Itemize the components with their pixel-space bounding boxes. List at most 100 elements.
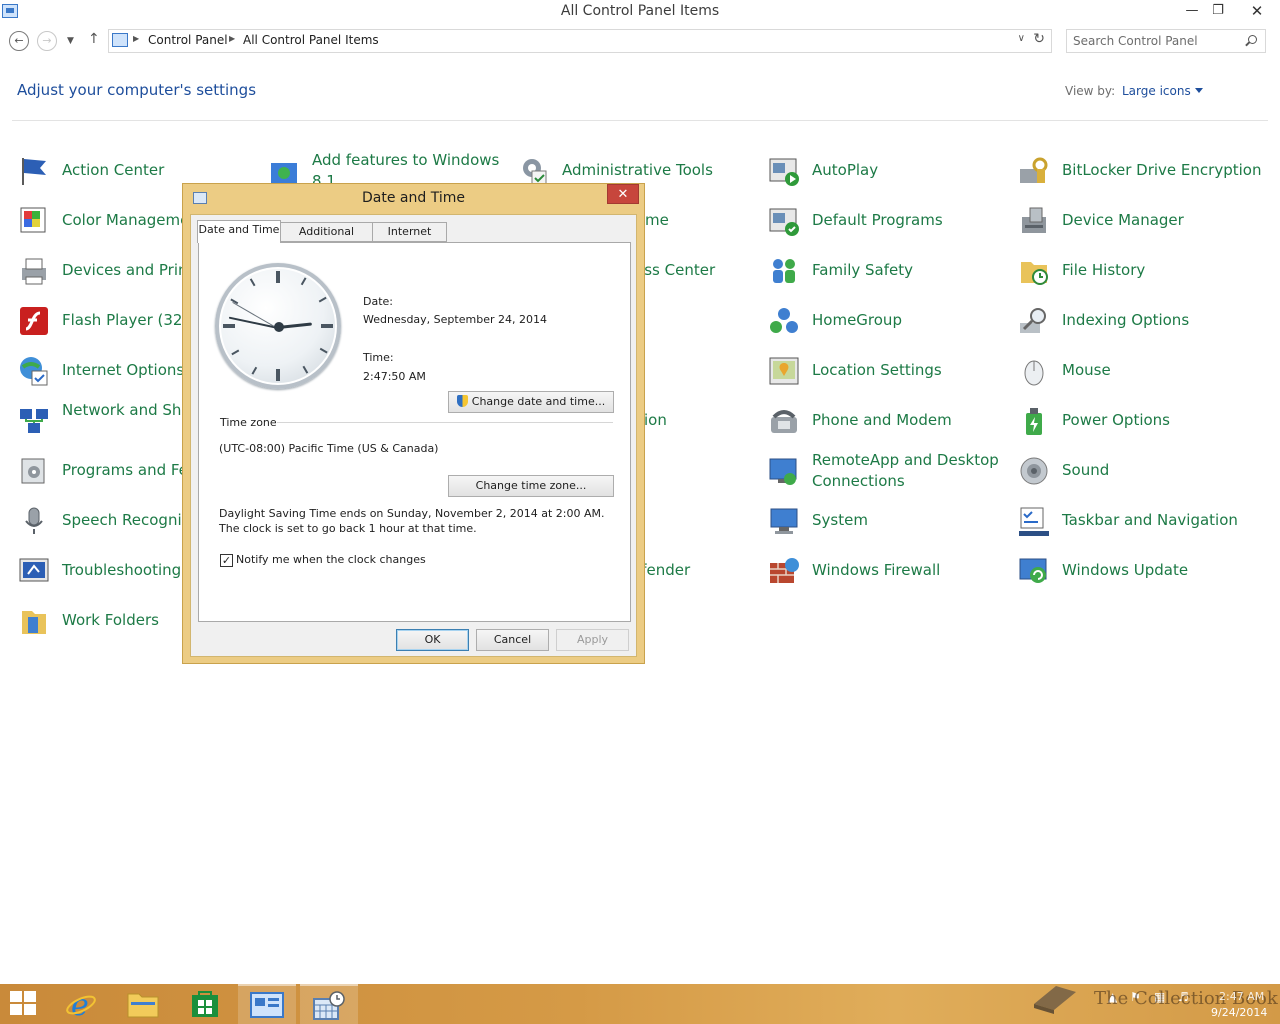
divider <box>12 120 1268 121</box>
book-logo-icon <box>1034 986 1076 1014</box>
item-label: Internet Options <box>62 361 185 379</box>
flag-icon <box>22 158 46 185</box>
breadcrumb-all-items[interactable]: All Control Panel Items <box>243 33 379 47</box>
item-label: Family Safety <box>812 261 914 279</box>
item-label: Color Manageme <box>62 211 190 229</box>
windows-update-icon <box>1019 558 1047 583</box>
color-management-icon <box>20 207 46 233</box>
search-input[interactable] <box>1073 33 1243 49</box>
window-title: All Control Panel Items <box>560 3 720 19</box>
control-panel-icon <box>250 992 284 1018</box>
item-label: Power Options <box>1062 411 1170 429</box>
network-icon <box>20 409 48 433</box>
date-time-dialog: Date and Time ✕ Date and Time Additional… <box>182 183 645 664</box>
item-label: Device Manager <box>1062 211 1184 229</box>
dialog-client-area: Date and Time Additional Clocks Internet… <box>190 214 637 657</box>
tray-time[interactable]: 2:47 AM <box>1219 990 1264 1003</box>
change-date-time-label: Change date and time... <box>471 395 606 408</box>
forward-button[interactable]: → <box>37 31 57 51</box>
item-label: Troubleshooting <box>62 561 182 579</box>
recent-locations-dropdown[interactable]: ▼ <box>67 32 74 50</box>
minimize-button[interactable]: — <box>1178 0 1206 22</box>
window-titlebar: All Control Panel Items — ❐ ✕ <box>0 0 1280 24</box>
change-date-time-button[interactable]: Change date and time... <box>448 391 614 413</box>
item-label: File History <box>1062 261 1146 279</box>
clock-hub <box>274 322 284 332</box>
item-label: Action Center <box>62 161 165 179</box>
item-label: Default Programs <box>812 211 943 229</box>
second-hand <box>232 301 278 329</box>
item-label: Phone and Modem <box>812 411 952 429</box>
item-label: Windows Update <box>1062 561 1189 579</box>
cancel-button[interactable]: Cancel <box>476 629 549 651</box>
item-label: AutoPlay <box>812 161 879 179</box>
microphone-icon <box>25 507 43 534</box>
notify-label: Notify me when the clock changes <box>236 553 426 566</box>
default-programs-icon <box>769 208 799 236</box>
bitlocker-icon <box>1020 157 1048 183</box>
taskbar-icon <box>1019 507 1049 536</box>
restore-button[interactable]: ❐ <box>1204 0 1232 22</box>
windows-logo-icon <box>10 991 38 1017</box>
file-history-icon <box>1021 262 1048 285</box>
tab-date-and-time[interactable]: Date and Time <box>197 220 281 243</box>
item-label: Location Settings <box>812 361 942 379</box>
apply-button[interactable]: Apply <box>556 629 629 651</box>
speaker-icon <box>1020 457 1048 485</box>
search-icon[interactable] <box>1248 35 1257 44</box>
taskbar-date-time[interactable] <box>300 984 358 1024</box>
timezone-divider <box>277 422 613 423</box>
internet-explorer-icon: e <box>66 989 96 1019</box>
dialog-close-button[interactable]: ✕ <box>607 184 639 204</box>
date-label: Date: <box>363 295 393 308</box>
view-by-label: View by: <box>1065 84 1116 98</box>
mouse-icon <box>1024 360 1044 386</box>
item-label: Sound <box>1062 461 1110 479</box>
taskbar-file-explorer[interactable] <box>114 984 172 1024</box>
caret-down-icon <box>1194 88 1203 93</box>
time-label: Time: <box>363 351 394 364</box>
item-label: Taskbar and Navigation <box>1062 511 1238 529</box>
refresh-icon[interactable]: ↻ <box>1033 31 1045 47</box>
taskbar-internet-explorer[interactable]: e <box>52 984 110 1024</box>
item-label: HomeGroup <box>812 311 902 329</box>
indexing-icon <box>1020 308 1046 333</box>
notify-checkbox[interactable]: ✓ <box>220 554 233 567</box>
svg-text:e: e <box>71 989 89 1019</box>
start-button[interactable] <box>0 984 58 1024</box>
taskbar-store[interactable] <box>176 984 234 1024</box>
device-manager-icon <box>1022 207 1046 233</box>
change-timezone-button[interactable]: Change time zone... <box>448 475 614 497</box>
breadcrumb-control-panel[interactable]: Control Panel <box>148 33 228 47</box>
tab-additional-clocks[interactable]: Additional Clocks <box>280 222 373 256</box>
tray-date[interactable]: 9/24/2014 <box>1211 1006 1267 1019</box>
item-label: Work Folders <box>62 611 159 629</box>
page-title: Adjust your computer's settings <box>17 81 257 99</box>
view-by-dropdown[interactable]: Large icons <box>1122 84 1203 98</box>
item-label: System <box>812 511 868 529</box>
up-button[interactable]: ↑ <box>88 30 100 48</box>
back-button[interactable]: ← <box>9 31 29 51</box>
close-button[interactable]: ✕ <box>1240 0 1274 22</box>
store-icon <box>192 991 218 1017</box>
address-row: ← → ▼ ↑ ▶ Control Panel ▶ All Control Pa… <box>0 28 1280 54</box>
address-bar[interactable]: ▶ Control Panel ▶ All Control Panel Item… <box>108 29 1052 53</box>
chevron-right-icon[interactable]: ▶ <box>229 34 235 43</box>
printer-icon <box>22 258 46 285</box>
remoteapp-icon <box>769 458 797 485</box>
ok-button[interactable]: OK <box>396 629 469 651</box>
chevron-right-icon[interactable]: ▶ <box>133 34 139 43</box>
view-by-value: Large icons <box>1122 84 1191 98</box>
calendar-clock-icon <box>313 991 345 1020</box>
item-label: ion <box>644 411 667 429</box>
chevron-down-icon[interactable]: ∨ <box>1018 33 1025 44</box>
minute-hand <box>228 316 279 329</box>
tab-internet-time[interactable]: Internet Time <box>372 222 447 256</box>
system-icon <box>770 508 798 534</box>
troubleshooting-icon <box>19 558 49 582</box>
search-box[interactable] <box>1066 29 1266 53</box>
tab-panel: Date: Wednesday, September 24, 2014 Time… <box>198 242 631 622</box>
taskbar-control-panel[interactable] <box>238 984 296 1024</box>
item-label: RemoteApp and Desktop Connections <box>812 451 999 490</box>
item-label: Programs and Fe <box>62 461 188 479</box>
